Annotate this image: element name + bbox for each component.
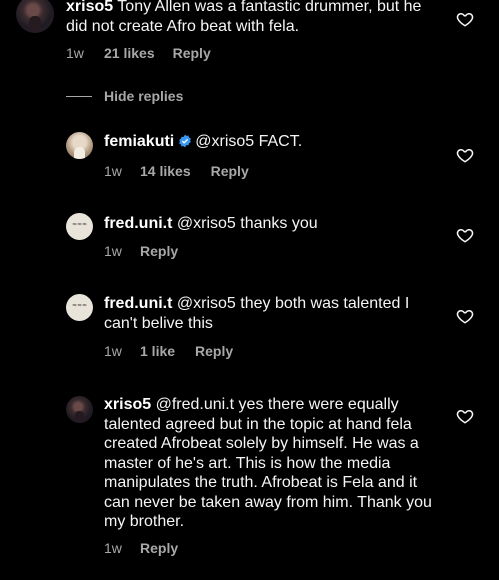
comment-time: 1w (104, 163, 122, 179)
comment-body: Tony Allen was a fantastic drummer, but … (66, 0, 422, 35)
heart-outline-icon[interactable] (456, 146, 474, 164)
comment-username[interactable]: xriso5 (104, 396, 151, 413)
comment-time: 1w (104, 343, 122, 359)
avatar[interactable]: ≈≈≈ (66, 294, 93, 321)
comment-meta: 1w Reply (104, 243, 178, 259)
comment-text: xriso5 Tony Allen was a fantastic drumme… (66, 0, 446, 36)
reply-button[interactable]: Reply (211, 163, 249, 179)
reply-button[interactable]: Reply (173, 45, 211, 61)
comment-meta: 1w 21 likes Reply (66, 45, 211, 61)
hide-replies-label: Hide replies (104, 88, 184, 104)
avatar-logo: ≈≈≈ (71, 301, 88, 309)
comment-time: 1w (104, 540, 122, 556)
hide-replies-button[interactable]: Hide replies (66, 88, 183, 104)
comment-text: fred.uni.t @xriso5 thanks you (104, 214, 444, 234)
comment-body: @fred.uni.t yes there were equally talen… (104, 396, 432, 530)
comment-text: femiakuti @xriso5 FACT. (104, 132, 444, 152)
heart-outline-icon[interactable] (456, 10, 474, 28)
heart-outline-icon[interactable] (456, 407, 474, 425)
avatar[interactable] (66, 396, 93, 423)
comment-likes[interactable]: 21 likes (104, 45, 155, 61)
avatar[interactable]: ≈≈≈ (66, 213, 93, 240)
comment-body: @xriso5 thanks you (176, 215, 318, 232)
avatar[interactable] (66, 132, 93, 159)
verified-badge-icon (179, 134, 192, 148)
reply-button[interactable]: Reply (195, 343, 233, 359)
avatar[interactable] (16, 0, 54, 33)
comment-body: @xriso5 FACT. (195, 133, 303, 150)
comment-username[interactable]: fred.uni.t (104, 215, 172, 232)
comment-text: fred.uni.t @xriso5 they both was talente… (104, 294, 444, 333)
comment-likes[interactable]: 14 likes (140, 163, 191, 179)
comment-meta: 1w 1 like Reply (104, 343, 233, 359)
comment-time: 1w (66, 45, 84, 61)
reply-button[interactable]: Reply (140, 243, 178, 259)
comment-likes[interactable]: 1 like (140, 343, 175, 359)
comment-meta: 1w 14 likes Reply (104, 163, 249, 179)
comment-meta: 1w Reply (104, 540, 178, 556)
heart-outline-icon[interactable] (456, 226, 474, 244)
divider-line (66, 95, 92, 97)
comment-username[interactable]: femiakuti (104, 133, 174, 150)
reply-button[interactable]: Reply (140, 540, 178, 556)
comment-time: 1w (104, 243, 122, 259)
avatar-logo: ≈≈≈ (71, 220, 88, 228)
heart-outline-icon[interactable] (456, 307, 474, 325)
comment-text: xriso5 @fred.uni.t yes there were equall… (104, 395, 439, 532)
comment-username[interactable]: xriso5 (66, 0, 113, 15)
comment-username[interactable]: fred.uni.t (104, 295, 172, 312)
